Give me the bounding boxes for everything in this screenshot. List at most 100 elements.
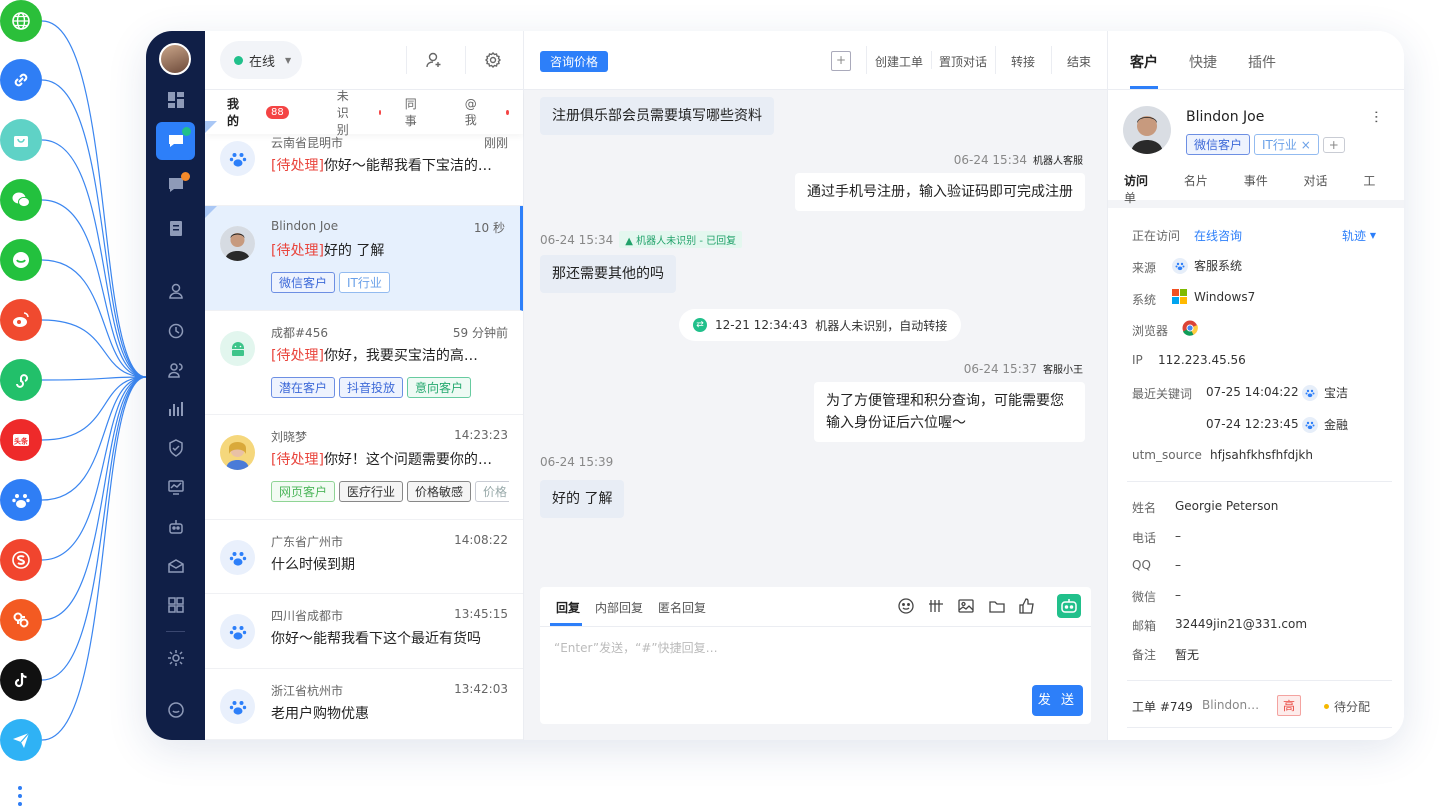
ticket-id[interactable]: 工单 #749 <box>1132 698 1193 715</box>
settings-icon[interactable] <box>146 643 205 673</box>
baidu-icon[interactable] <box>0 479 42 521</box>
emoji-icon[interactable] <box>897 597 915 615</box>
pin-conversation-button[interactable]: 置顶对话 <box>939 53 987 70</box>
conversation-name: 刘晓梦 <box>271 430 308 444</box>
status-dropdown[interactable]: 在线 ▼ <box>220 41 302 79</box>
conversation-time: 59 分钟前 <box>452 326 508 340</box>
message-time: 06-24 15:37 <box>963 362 1037 376</box>
message-customer: 注册俱乐部会员需要填写哪些资料 <box>540 97 774 135</box>
conversation-item[interactable]: 广东省广州市 14:08:22 什么时候到期 <box>205 520 523 594</box>
shield-icon[interactable] <box>146 433 205 463</box>
windows-icon <box>1172 289 1187 304</box>
conversation-time: 10 秒 <box>473 221 505 235</box>
shortcut-icon[interactable] <box>927 597 945 615</box>
link-icon[interactable] <box>0 59 42 101</box>
tiktok-icon[interactable] <box>0 659 42 701</box>
conversation-item[interactable]: 四川省成都市 13:45:15 你好～能帮我看下这个最近有货吗 <box>205 594 523 669</box>
wechat-icon[interactable] <box>0 179 42 221</box>
folder-icon[interactable] <box>988 597 1006 615</box>
ticket-title[interactable]: Blindon… <box>1202 698 1259 712</box>
conversation-preview: 你好～能帮我看下这个最近有货吗 <box>271 628 503 648</box>
create-ticket-button[interactable]: 创建工单 <box>875 53 923 70</box>
visiting-value[interactable]: 在线咨询 <box>1194 227 1242 244</box>
wechat-value: – <box>1175 588 1181 602</box>
chat-bubble-icon[interactable] <box>0 239 42 281</box>
pending-label: [待处理] <box>271 243 324 259</box>
toutiao-icon[interactable]: 头条 <box>0 419 42 461</box>
mail-icon[interactable] <box>146 551 205 581</box>
chat-icon[interactable] <box>156 122 195 160</box>
keyword-time: 07-24 12:23:45 <box>1206 417 1299 431</box>
image-icon[interactable] <box>957 597 975 615</box>
phone-chat-icon[interactable] <box>146 170 205 200</box>
conversation-item[interactable]: Blindon Joe 10 秒 [待处理]好的 了解 微信客户 IT行业 <box>205 206 523 311</box>
divider <box>931 51 932 69</box>
utm-label: utm_source <box>1132 448 1202 462</box>
monitor-icon[interactable] <box>146 472 205 502</box>
add-tag-button[interactable]: + <box>1322 136 1345 153</box>
robot-assist-icon[interactable] <box>1057 594 1081 618</box>
apps-icon[interactable] <box>146 590 205 620</box>
history-icon[interactable] <box>146 316 205 346</box>
add-contact-icon[interactable] <box>424 50 444 70</box>
dashboard-icon[interactable] <box>146 85 205 115</box>
sogou-icon[interactable] <box>0 539 42 581</box>
connection-line <box>41 199 147 378</box>
connection-line <box>41 376 147 741</box>
topic-tag[interactable]: 咨询价格 <box>540 51 609 72</box>
ticket-status: 待分配 <box>1334 700 1371 714</box>
tab-plugin[interactable]: 插件 <box>1248 52 1276 72</box>
message-customer: 好的 了解 <box>540 480 625 518</box>
name-label: 姓名 <box>1132 501 1157 515</box>
conversation-item[interactable]: 成都#456 59 分钟前 [待处理]你好，我要买宝洁的高… 潜在客户 抖音投放 意向客户 <box>205 311 523 415</box>
globe-icon[interactable] <box>0 0 42 42</box>
more-options-icon[interactable]: ⋯ <box>1368 110 1384 124</box>
message-agent: 为了方便管理和积分查询，可能需要您输入身份证后六位喔～ <box>814 382 1085 442</box>
conversation-item[interactable]: 云南省昆明市 刚刚 [待处理]你好～能帮我看下宝洁的… <box>205 121 523 206</box>
transfer-icon: ⇄ <box>693 318 707 332</box>
conversation-time: 刚刚 <box>483 136 508 150</box>
end-conversation-button[interactable]: 结束 <box>1067 53 1091 70</box>
customer-name: Blindon Joe <box>1186 109 1265 125</box>
reply-input-placeholder[interactable]: “Enter”发送，“#”快捷回复… <box>554 639 718 656</box>
gear-icon[interactable] <box>483 50 503 70</box>
thumbs-up-icon[interactable] <box>1018 597 1036 615</box>
robot-status-badge: ▲ 机器人未识别 - 已回复 <box>619 231 743 248</box>
pending-label: [待处理] <box>271 452 324 468</box>
shopping-bag-icon[interactable] <box>0 119 42 161</box>
more-channels-icon[interactable] <box>18 786 22 810</box>
tab-customer[interactable]: 客户 <box>1130 52 1158 72</box>
clipboard-icon[interactable] <box>146 213 205 243</box>
visiting-label: 正在访问 <box>1132 229 1181 243</box>
bar-chart-icon[interactable] <box>146 394 205 424</box>
send-button[interactable]: 发 送 <box>1032 685 1083 716</box>
baidu-paw-icon <box>1172 257 1188 274</box>
conversation-item[interactable]: 刘晓梦 14:23:23 [待处理]你好！这个问题需要你的帮… 网页客户 医疗行业 价格敏… <box>205 415 523 520</box>
remove-tag-icon[interactable]: × <box>1301 138 1311 152</box>
help-chat-icon[interactable] <box>146 695 205 725</box>
weibo-alt-icon[interactable] <box>0 599 42 641</box>
user-icon[interactable] <box>146 276 205 306</box>
paper-plane-icon[interactable] <box>0 719 42 761</box>
weibo-icon[interactable] <box>0 299 42 341</box>
add-tag-button[interactable]: + <box>831 51 851 71</box>
browser-label: 浏览器 <box>1132 324 1169 338</box>
tab-card[interactable]: 名片 <box>1184 174 1208 188</box>
tab-reply[interactable]: 回复 <box>556 599 580 616</box>
track-dropdown[interactable]: 轨迹 ▼ <box>1342 227 1376 244</box>
tab-anonymous-reply[interactable]: 匿名回复 <box>658 599 706 616</box>
conversation-item[interactable]: 浙江省杭州市 13:42:03 老用户购物优惠 <box>205 669 523 740</box>
tab-conversations[interactable]: 对话 <box>1304 174 1328 188</box>
tab-events[interactable]: 事件 <box>1244 174 1268 188</box>
keywords-label: 最近关键词 <box>1132 387 1193 401</box>
user-avatar[interactable] <box>159 43 191 75</box>
connection-line <box>41 79 147 378</box>
tab-quick[interactable]: 快捷 <box>1189 52 1217 72</box>
tab-internal-reply[interactable]: 内部回复 <box>595 599 643 616</box>
robot-icon[interactable] <box>146 512 205 542</box>
transfer-button[interactable]: 转接 <box>1011 53 1035 70</box>
tab-visit[interactable]: 访问 <box>1124 174 1148 188</box>
mini-program-icon[interactable] <box>0 359 42 401</box>
team-icon[interactable] <box>146 355 205 385</box>
android-icon <box>220 331 255 366</box>
